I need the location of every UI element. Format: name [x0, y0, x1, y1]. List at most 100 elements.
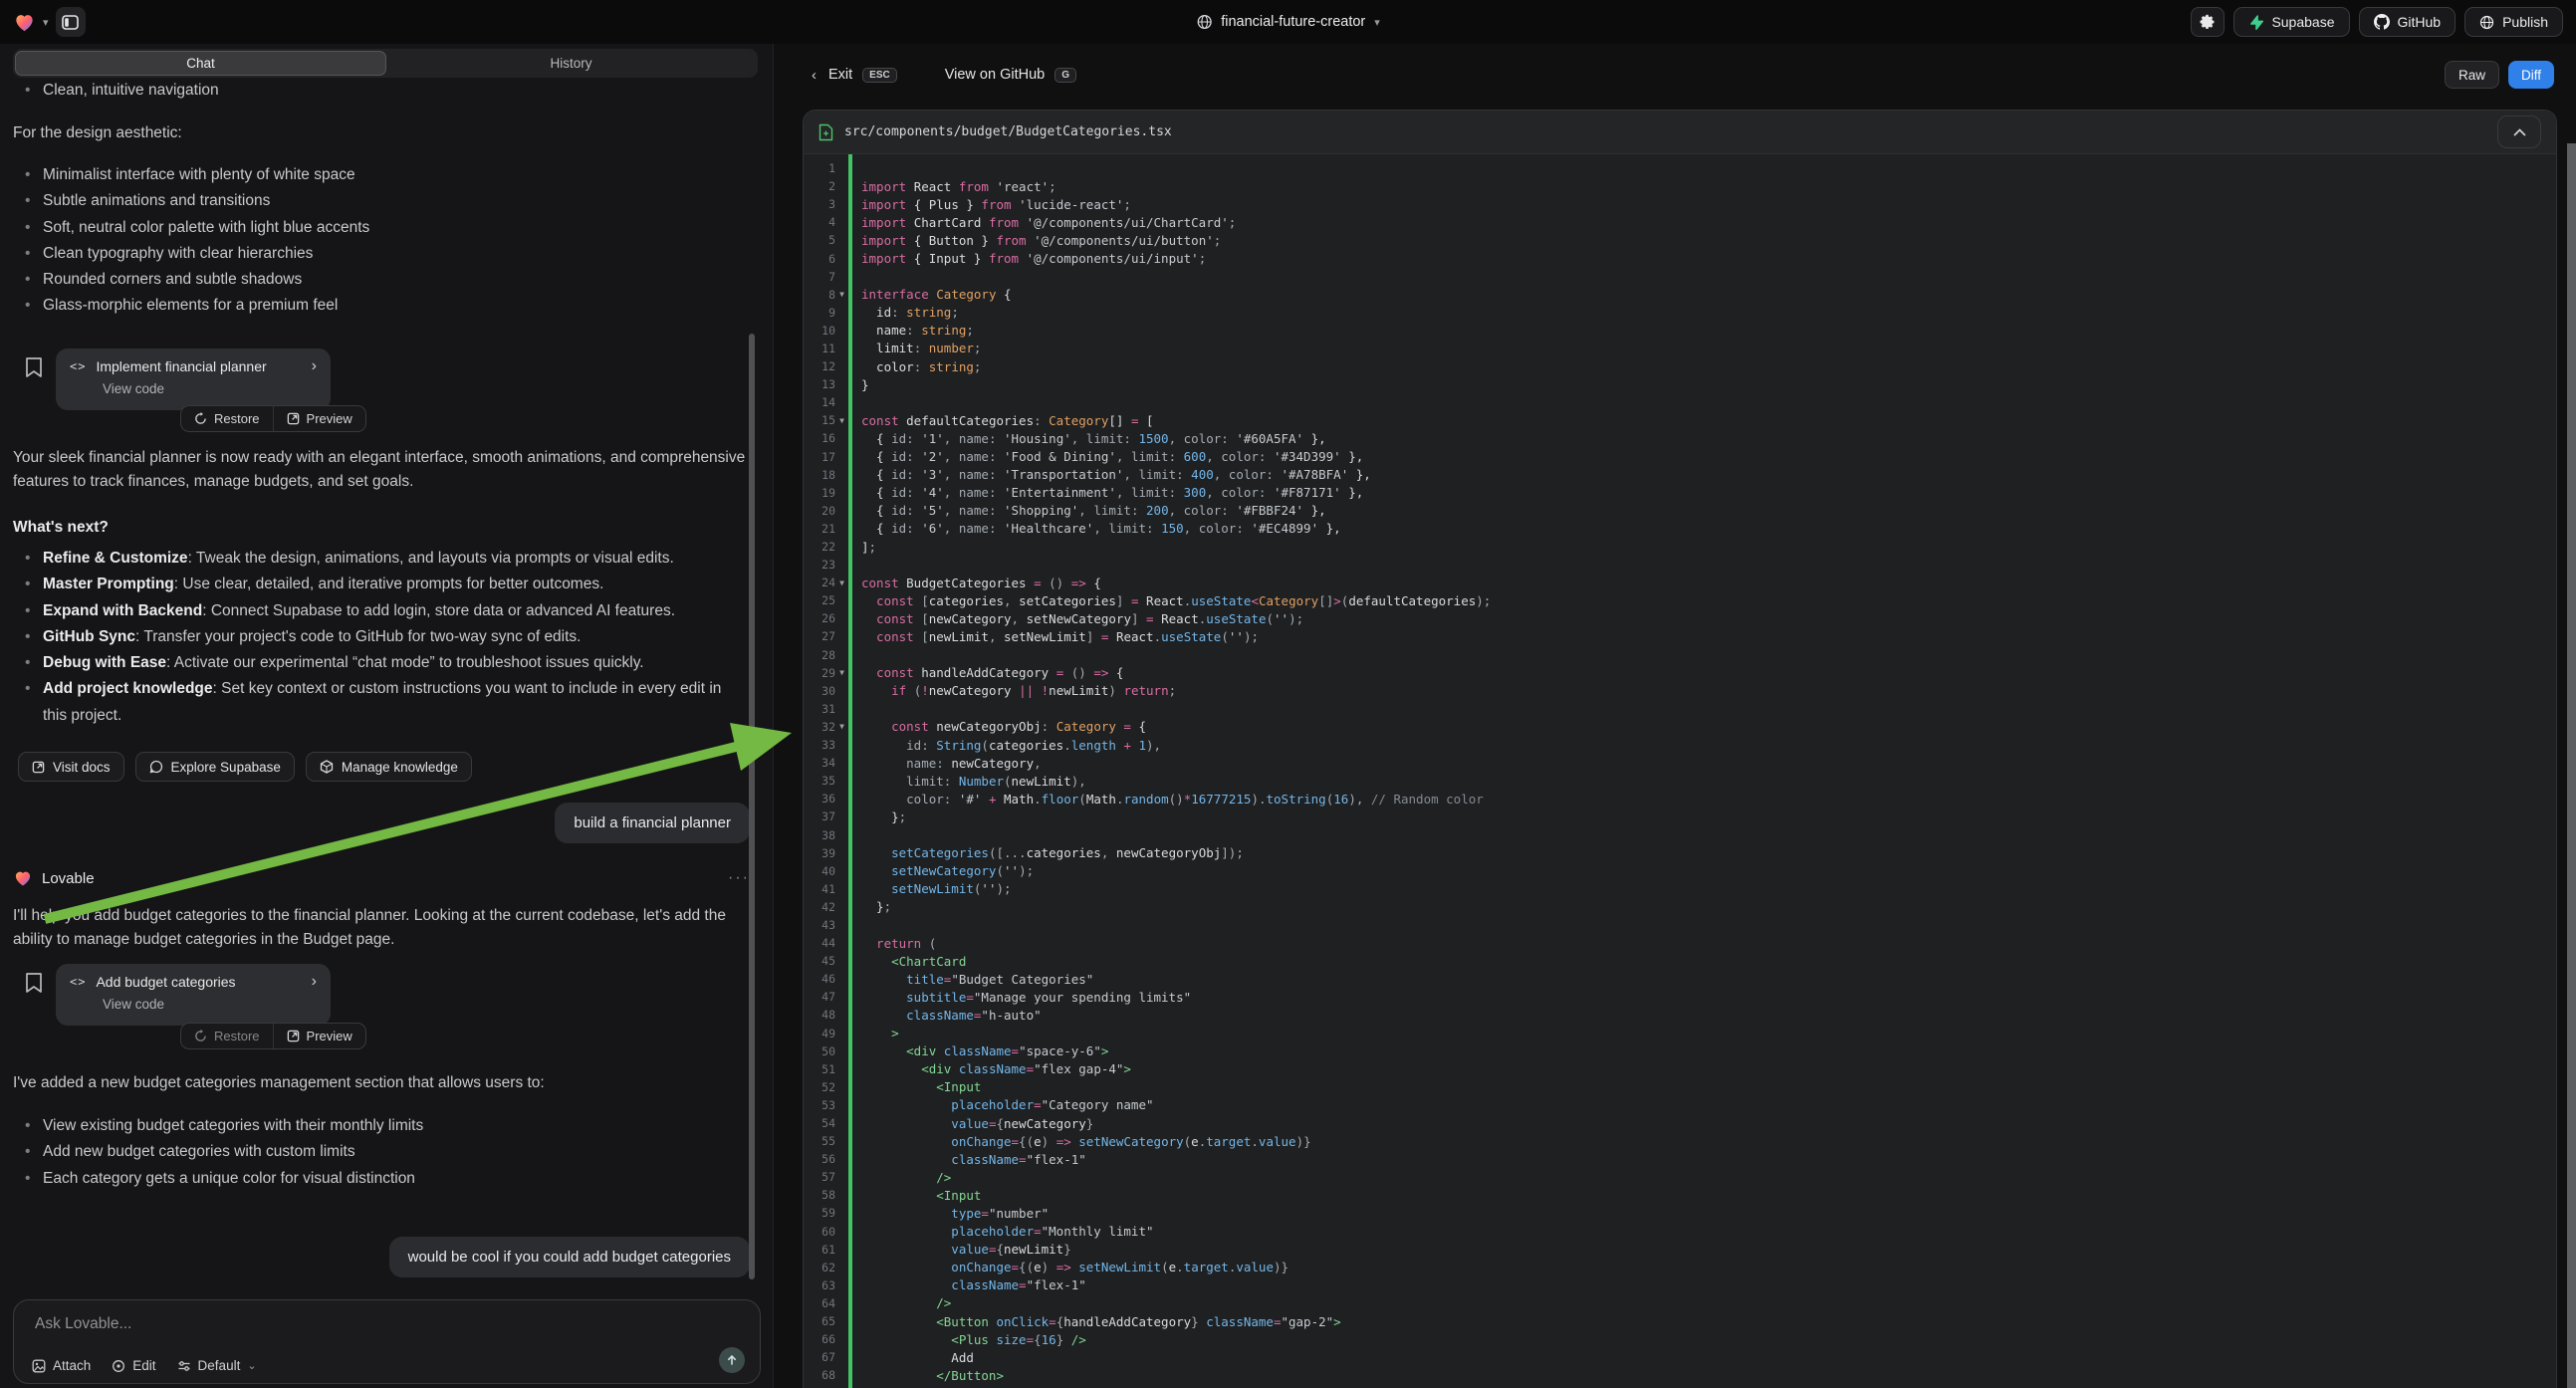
version-card-implement-financial-planner[interactable]: <> Implement financial planner › View co… — [56, 348, 331, 410]
version-card-add-budget-categories[interactable]: <> Add budget categories › View code — [56, 964, 331, 1026]
manage-knowledge-button[interactable]: Manage knowledge — [306, 752, 472, 782]
code-scrollbar[interactable] — [2567, 143, 2576, 1388]
code-line-content: /> — [861, 1295, 951, 1310]
code-line-content: id: string; — [861, 305, 959, 320]
supabase-button[interactable]: Supabase — [2233, 7, 2349, 37]
diff-toggle-button[interactable]: Diff — [2508, 61, 2554, 89]
sidebar-panel-icon — [62, 15, 79, 30]
collapse-file-button[interactable] — [2497, 116, 2541, 148]
line-number: 47 — [804, 990, 835, 1004]
code-line-content: }; — [861, 899, 891, 914]
visit-docs-button[interactable]: Visit docs — [18, 752, 124, 782]
bookmark-icon[interactable] — [24, 356, 44, 378]
version-card-header: <> Implement financial planner › — [70, 357, 317, 375]
line-number: 45 — [804, 954, 835, 968]
fold-chevron-icon[interactable]: ▼ — [835, 290, 848, 299]
restore-button-disabled[interactable]: Restore — [181, 1024, 273, 1048]
preview-button[interactable]: Preview — [273, 1024, 365, 1048]
version-card-title: Implement financial planner — [96, 358, 266, 374]
code-header-left: ‹ Exit ESC View on GitHub G — [812, 67, 1076, 84]
bookmark-icon[interactable] — [24, 972, 44, 994]
chevron-left-icon[interactable]: ‹ — [812, 67, 817, 84]
design-heading: For the design aesthetic: — [13, 121, 747, 145]
file-header[interactable]: src/components/budget/BudgetCategories.t… — [804, 111, 2556, 154]
project-switcher[interactable]: financial-future-creator ▾ — [1196, 0, 1380, 44]
edit-mode-button[interactable]: Edit — [112, 1358, 155, 1373]
publish-button[interactable]: Publish — [2464, 7, 2563, 37]
list-item: Rounded corners and subtle shadows — [13, 267, 747, 293]
code-line-content: } — [861, 377, 869, 392]
explore-supabase-button[interactable]: Explore Supabase — [135, 752, 295, 782]
code-line: 15▼const defaultCategories: Category[] =… — [804, 411, 2556, 429]
model-selector[interactable]: Default ⌄ — [177, 1358, 257, 1373]
line-number: 24 — [804, 576, 835, 589]
code-line: 49 > — [804, 1025, 2556, 1042]
code-line-content: Add — [861, 1350, 974, 1365]
view-code-link[interactable]: View code — [103, 997, 317, 1012]
fold-chevron-icon[interactable]: ▼ — [835, 416, 848, 425]
code-line: 52 <Input — [804, 1078, 2556, 1096]
code-line-content: interface Category { — [861, 287, 1012, 302]
code-line: 9 id: string; — [804, 304, 2556, 322]
exit-button[interactable]: Exit — [828, 67, 852, 83]
code-line-content: className="flex-1" — [861, 1152, 1086, 1167]
version-card-title: Add budget categories — [96, 974, 235, 990]
code-line-content: const handleAddCategory = () => { — [861, 665, 1123, 680]
list-item: Add project knowledge: Set key context o… — [13, 676, 747, 729]
more-options-icon[interactable]: ··· — [728, 869, 750, 887]
tab-chat[interactable]: Chat — [15, 51, 386, 76]
user-message-bubble: build a financial planner — [555, 803, 750, 843]
code-line-content: import { Input } from '@/components/ui/i… — [861, 251, 1206, 266]
code-line-content: return ( — [861, 936, 936, 951]
send-button[interactable] — [719, 1347, 745, 1373]
chevron-right-icon[interactable]: › — [312, 357, 317, 375]
code-line: 64 /> — [804, 1294, 2556, 1312]
code-line: 68 </Button> — [804, 1366, 2556, 1384]
whats-next-list: Refine & Customize: Tweak the design, an… — [13, 546, 747, 729]
line-number: 40 — [804, 864, 835, 878]
github-button[interactable]: GitHub — [2359, 7, 2457, 37]
prompt-input-box[interactable]: Ask Lovable... Attach Edit — [13, 1299, 761, 1384]
assistant-name: Lovable — [42, 870, 95, 887]
chevron-down-icon[interactable]: ▾ — [43, 16, 49, 29]
chat-scrollbar[interactable] — [749, 334, 755, 1279]
file-path: src/components/budget/BudgetCategories.t… — [844, 124, 1172, 139]
list-item: Soft, neutral color palette with light b… — [13, 215, 747, 241]
code-line: 22]; — [804, 538, 2556, 556]
fold-chevron-icon[interactable]: ▼ — [835, 668, 848, 677]
preview-button[interactable]: Preview — [273, 406, 365, 431]
code-line: 50 <div className="space-y-6"> — [804, 1042, 2556, 1060]
settings-button[interactable] — [2191, 7, 2225, 37]
user-message-bubble: would be cool if you could add budget ca… — [389, 1237, 750, 1277]
code-line: 59 type="number" — [804, 1204, 2556, 1222]
fold-chevron-icon[interactable]: ▼ — [835, 722, 848, 731]
line-number: 13 — [804, 377, 835, 391]
attach-button[interactable]: Attach — [32, 1358, 91, 1373]
chevron-right-icon[interactable]: › — [312, 973, 317, 991]
lovable-heart-logo[interactable] — [13, 11, 36, 34]
code-line: 35 limit: Number(newLimit), — [804, 772, 2556, 790]
line-number: 11 — [804, 342, 835, 355]
raw-toggle-button[interactable]: Raw — [2445, 61, 2499, 89]
code-line-content: /> — [861, 1170, 951, 1185]
tab-history[interactable]: History — [386, 51, 756, 76]
line-number: 41 — [804, 882, 835, 896]
code-line-content: color: '#' + Math.floor(Math.random()*16… — [861, 792, 1484, 807]
code-header-right: Raw Diff — [2445, 61, 2554, 89]
prompt-actions: Attach Edit Default — [32, 1358, 257, 1373]
code-line: 34 name: newCategory, — [804, 754, 2556, 772]
code-line: 4import ChartCard from '@/components/ui/… — [804, 213, 2556, 231]
chevron-down-icon: ⌄ — [247, 1359, 256, 1372]
code-line: 29▼ const handleAddCategory = () => { — [804, 664, 2556, 682]
code-line: 30 if (!newCategory || !newLimit) return… — [804, 682, 2556, 700]
line-number: 2 — [804, 179, 835, 193]
view-on-github-link[interactable]: View on GitHub — [945, 67, 1045, 83]
toggle-sidebar-button[interactable] — [56, 7, 86, 37]
code-line: 43 — [804, 916, 2556, 934]
fold-chevron-icon[interactable]: ▼ — [835, 578, 848, 587]
code-line: 17 { id: '2', name: 'Food & Dining', lim… — [804, 448, 2556, 466]
code-editor[interactable]: 12import React from 'react';3import { Pl… — [804, 154, 2556, 1388]
line-number: 64 — [804, 1296, 835, 1310]
restore-button[interactable]: Restore — [181, 406, 273, 431]
view-code-link[interactable]: View code — [103, 381, 317, 396]
